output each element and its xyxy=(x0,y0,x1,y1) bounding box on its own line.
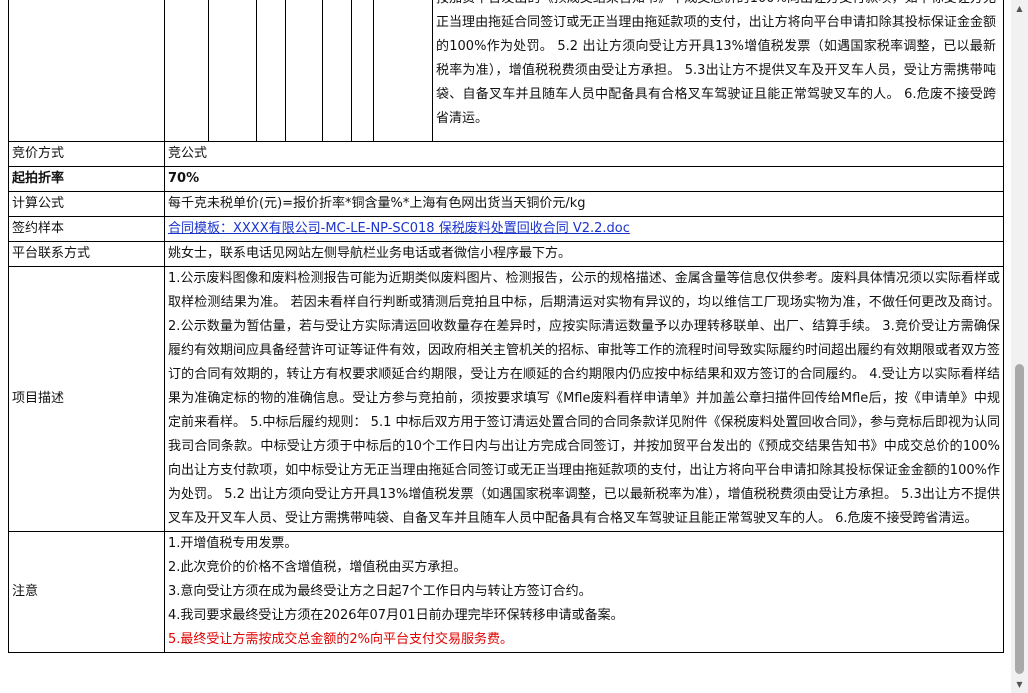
scroll-up-arrow-icon[interactable]: ▲ xyxy=(1011,0,1028,17)
scrollbar-thumb[interactable] xyxy=(1015,364,1024,674)
table-row-contact: 平台联系方式 姚女士，联系电话见网站左侧导航栏业务电话或者微信小程序最下方。 xyxy=(8,241,1004,267)
notes-label: 注意 xyxy=(8,531,165,653)
contract-download-link[interactable]: 合同模板：XXXX有限公司-MC-LE-NP-SC018 保税废料处置回收合同 … xyxy=(168,221,630,236)
start-discount-label: 起拍折率 xyxy=(8,166,165,192)
note-line-5: 5.最终受让方需按成交总金额的2%向平台支付交易服务费。 xyxy=(168,632,514,647)
vertical-scrollbar[interactable]: ▲ ▼ xyxy=(1011,0,1028,693)
previous-row-subcells xyxy=(165,0,434,141)
description-label: 项目描述 xyxy=(8,266,165,532)
contract-cell: 合同模板：XXXX有限公司-MC-LE-NP-SC018 保税废料处置回收合同 … xyxy=(164,216,1004,242)
table-row-contract: 签约样本 合同模板：XXXX有限公司-MC-LE-NP-SC018 保税废料处置… xyxy=(8,216,1004,242)
formula-label: 计算公式 xyxy=(8,191,165,217)
previous-row-text: 按加贸平台发出的《预成交结果告知书》中成交总价的100%向出让方支付款项，如中标… xyxy=(436,0,996,126)
table-row-bid-method: 竞价方式 竞公式 xyxy=(8,141,1004,167)
notes-cell: 1.开增值税专用发票。 2.此次竞价的价格不含增值税，增值税由买方承担。 3.意… xyxy=(164,531,1004,653)
contact-label: 平台联系方式 xyxy=(8,241,165,267)
table-row-description: 项目描述 1.公示废料图像和废料检测报告可能为近期类似废料图片、检测报告，公示的… xyxy=(8,266,1004,532)
start-discount-value: 70% xyxy=(164,166,1004,192)
description-value: 1.公示废料图像和废料检测报告可能为近期类似废料图片、检测报告，公示的规格描述、… xyxy=(164,266,1004,532)
table-row-start-discount: 起拍折率 70% xyxy=(8,166,1004,192)
previous-row-value-cell: 按加贸平台发出的《预成交结果告知书》中成交总价的100%向出让方支付款项，如中标… xyxy=(164,0,1004,142)
previous-row-label-cell xyxy=(8,0,165,142)
note-line-3: 3.意向受让方须在成为最终受让方之日起7个工作日内与转让方签订合约。 xyxy=(168,584,592,599)
note-line-2: 2.此次竞价的价格不含增值税，增值税由买方承担。 xyxy=(168,560,467,575)
detail-table-frame: 按加贸平台发出的《预成交结果告知书》中成交总价的100%向出让方支付款项，如中标… xyxy=(8,0,1004,653)
table-row-formula: 计算公式 每千克未税单价(元)=报价折率*铜含量%*上海有色网出货当天铜价元/k… xyxy=(8,191,1004,217)
formula-value: 每千克未税单价(元)=报价折率*铜含量%*上海有色网出货当天铜价元/kg xyxy=(164,191,1004,217)
bid-method-value: 竞公式 xyxy=(164,141,1004,167)
note-line-4: 4.我司要求最终受让方须在2026年07月01日前办理完毕环保转移申请或备案。 xyxy=(168,608,624,623)
table-row-notes: 注意 1.开增值税专用发票。 2.此次竞价的价格不含增值税，增值税由买方承担。 … xyxy=(8,531,1004,653)
contact-value: 姚女士，联系电话见网站左侧导航栏业务电话或者微信小程序最下方。 xyxy=(164,241,1004,267)
detail-table: 按加贸平台发出的《预成交结果告知书》中成交总价的100%向出让方支付款项，如中标… xyxy=(8,0,1004,653)
bid-method-label: 竞价方式 xyxy=(8,141,165,167)
note-line-1: 1.开增值税专用发票。 xyxy=(168,536,298,551)
table-row-previous: 按加贸平台发出的《预成交结果告知书》中成交总价的100%向出让方支付款项，如中标… xyxy=(8,0,1004,142)
contract-label: 签约样本 xyxy=(8,216,165,242)
scroll-down-arrow-icon[interactable]: ▼ xyxy=(1011,676,1028,693)
